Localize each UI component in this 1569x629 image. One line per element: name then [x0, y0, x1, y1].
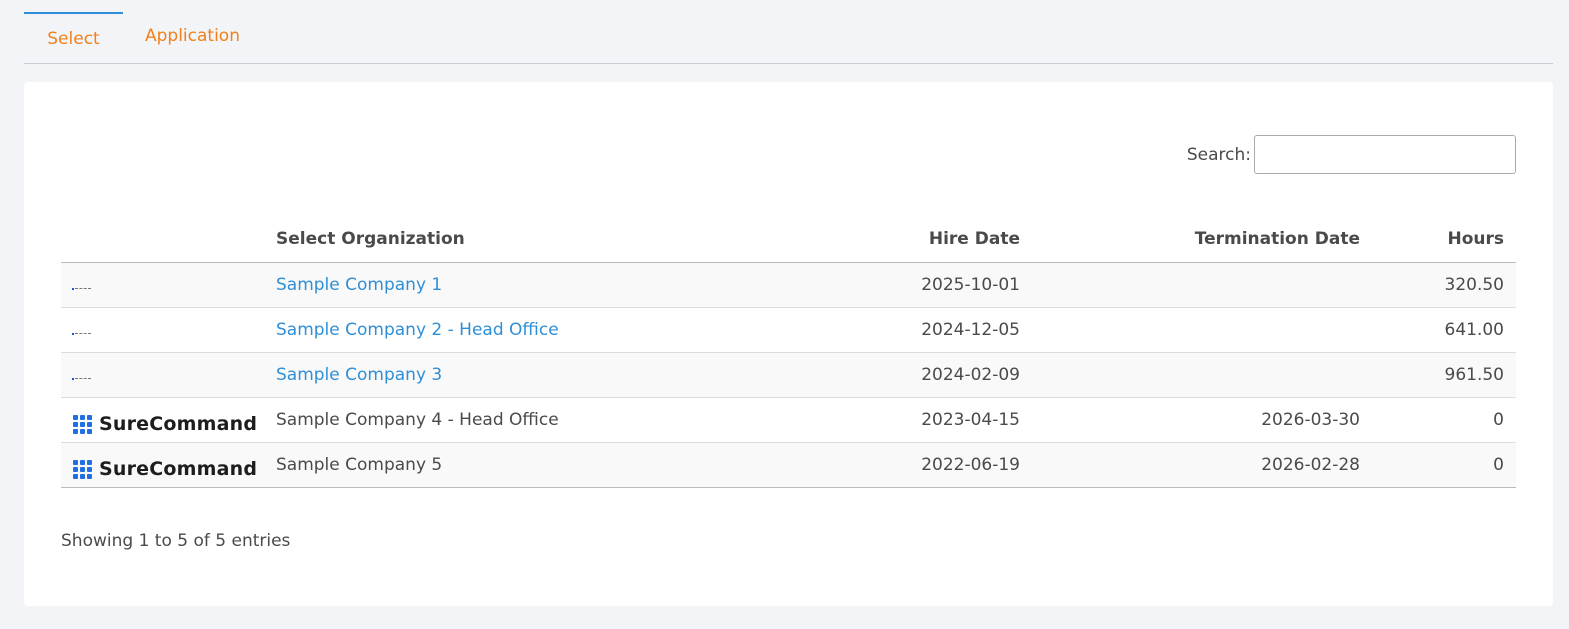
- hours-cell: 641.00: [1360, 307, 1516, 353]
- surecommand-logo: SureCommand: [73, 458, 257, 480]
- search-input[interactable]: [1254, 135, 1516, 174]
- hours-cell: 961.50: [1360, 352, 1516, 398]
- search-label: Search:: [1186, 144, 1251, 165]
- hire-date-column-header[interactable]: Hire Date: [776, 216, 1020, 263]
- termination-date-cell: [1020, 262, 1360, 308]
- organization-cell: Sample Company 5: [276, 442, 776, 488]
- table-row: SureCommand Sample Company 4 - Head Offi…: [61, 397, 1516, 443]
- hours-cell: 320.50: [1360, 262, 1516, 308]
- small-logo-icon: [72, 378, 91, 380]
- surecommand-logo: SureCommand: [73, 413, 257, 435]
- logo-cell: [61, 352, 276, 398]
- organization-column-header[interactable]: Select Organization: [276, 216, 776, 263]
- table-row[interactable]: Sample Company 2 - Head Office 2024-12-0…: [61, 307, 1516, 353]
- surecommand-logo-text: SureCommand: [99, 413, 258, 436]
- termination-date-cell: 2026-03-30: [1020, 397, 1360, 443]
- hire-date-cell: 2025-10-01: [776, 262, 1020, 308]
- logo-cell: [61, 307, 276, 353]
- organization-link[interactable]: Sample Company 2 - Head Office: [276, 320, 559, 340]
- termination-date-cell: [1020, 352, 1360, 398]
- hire-date-cell: 2022-06-19: [776, 442, 1020, 488]
- termination-date-column-header[interactable]: Termination Date: [1020, 216, 1360, 263]
- tab-select[interactable]: Select: [24, 12, 123, 62]
- termination-date-cell: [1020, 307, 1360, 353]
- table-row[interactable]: Sample Company 3 2024-02-09 961.50: [61, 352, 1516, 398]
- organization-cell: Sample Company 1: [276, 262, 776, 308]
- tab-application[interactable]: Application: [145, 12, 240, 62]
- hours-cell: 0: [1360, 397, 1516, 443]
- organization-card: Search: Select Organization Hire Date Te…: [24, 82, 1553, 606]
- logo-column-header[interactable]: [61, 216, 276, 263]
- hire-date-cell: 2024-12-05: [776, 307, 1020, 353]
- logo-cell: [61, 262, 276, 308]
- organization-name: Sample Company 4 - Head Office: [276, 410, 559, 430]
- logo-cell: SureCommand: [61, 397, 276, 443]
- hire-date-cell: 2024-02-09: [776, 352, 1020, 398]
- table-row: SureCommand Sample Company 5 2022-06-19 …: [61, 442, 1516, 488]
- surecommand-logo-text: SureCommand: [99, 458, 258, 481]
- small-logo-icon: [72, 288, 91, 290]
- small-logo-icon: [72, 333, 91, 335]
- organization-cell: Sample Company 3: [276, 352, 776, 398]
- organization-name: Sample Company 5: [276, 455, 443, 475]
- organization-cell: Sample Company 4 - Head Office: [276, 397, 776, 443]
- organization-cell: Sample Company 2 - Head Office: [276, 307, 776, 353]
- logo-cell: SureCommand: [61, 442, 276, 488]
- table-header-row: Select Organization Hire Date Terminatio…: [61, 216, 1516, 263]
- organization-link[interactable]: Sample Company 3: [276, 365, 442, 385]
- grid-dots-icon: [73, 414, 92, 434]
- hire-date-cell: 2023-04-15: [776, 397, 1020, 443]
- hours-cell: 0: [1360, 442, 1516, 488]
- grid-dots-icon: [73, 459, 92, 479]
- termination-date-cell: 2026-02-28: [1020, 442, 1360, 488]
- table-row[interactable]: Sample Company 1 2025-10-01 320.50: [61, 262, 1516, 308]
- search-area: Search:: [1187, 135, 1516, 174]
- hours-column-header[interactable]: Hours: [1360, 216, 1516, 263]
- organization-table: Select Organization Hire Date Terminatio…: [61, 216, 1516, 488]
- organization-link[interactable]: Sample Company 1: [276, 275, 442, 295]
- table-info: Showing 1 to 5 of 5 entries: [61, 531, 291, 551]
- tab-bar: Select Application: [24, 12, 1553, 64]
